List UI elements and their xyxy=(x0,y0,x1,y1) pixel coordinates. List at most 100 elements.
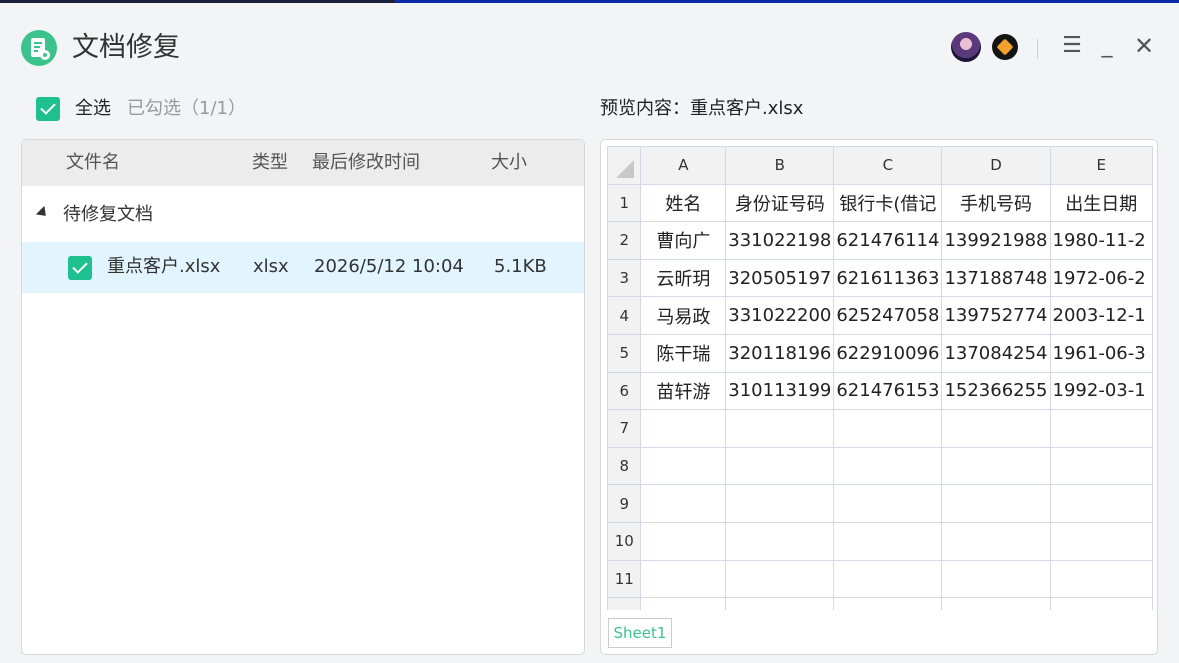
column-header-modified[interactable]: 最后修改时间 xyxy=(312,152,420,174)
spreadsheet-cell[interactable]: 1992-03-1 xyxy=(1049,371,1153,411)
spreadsheet-cell[interactable]: 152366255 xyxy=(941,371,1051,411)
spreadsheet-cell[interactable]: 621476114 xyxy=(833,221,943,260)
column-header-name[interactable]: 文件名 xyxy=(66,152,120,174)
row-header[interactable]: 3 xyxy=(607,258,642,298)
file-group-row[interactable]: 待修复文档 xyxy=(22,192,584,238)
spreadsheet-cell[interactable] xyxy=(1049,597,1153,610)
spreadsheet-cell[interactable]: 622910096 xyxy=(833,333,943,373)
spreadsheet-cell[interactable]: 1961-06-3 xyxy=(1049,333,1153,373)
spreadsheet-cell[interactable] xyxy=(725,409,835,448)
spreadsheet-cell[interactable] xyxy=(1049,446,1153,486)
spreadsheet-row: 3 云昕玥 320505197 621611363 137188748 1972-06-2 xyxy=(607,258,1153,298)
select-all-cells-corner[interactable] xyxy=(607,146,642,185)
spreadsheet-cell[interactable]: 身份证号码 xyxy=(725,183,835,223)
spreadsheet-cell[interactable]: 310113199 xyxy=(725,371,835,411)
spreadsheet-cell[interactable] xyxy=(833,484,943,523)
spreadsheet-cell[interactable] xyxy=(640,484,727,523)
spreadsheet-cell[interactable] xyxy=(725,446,835,486)
spreadsheet-cell[interactable] xyxy=(833,521,943,561)
title-separator xyxy=(1037,39,1038,59)
spreadsheet-cell[interactable] xyxy=(640,521,727,561)
row-header[interactable]: 7 xyxy=(607,409,642,448)
row-header[interactable]: 4 xyxy=(607,296,642,335)
spreadsheet-cell[interactable] xyxy=(640,597,727,610)
close-icon[interactable]: ✕ xyxy=(1131,31,1157,61)
column-header[interactable]: C xyxy=(833,146,943,185)
spreadsheet-cell[interactable]: 陈干瑞 xyxy=(640,333,727,373)
spreadsheet-cell[interactable] xyxy=(941,409,1051,448)
spreadsheet-cell[interactable]: 139752774 xyxy=(941,296,1051,335)
spreadsheet-cell[interactable]: 331022200 xyxy=(725,296,835,335)
spreadsheet-cell[interactable]: 银行卡(借记 xyxy=(833,183,943,223)
spreadsheet-cell[interactable]: 331022198 xyxy=(725,221,835,260)
spreadsheet-cell[interactable]: 621476153 xyxy=(833,371,943,411)
select-all-label[interactable]: 全选 xyxy=(75,97,111,121)
spreadsheet-cell[interactable]: 云昕玥 xyxy=(640,258,727,298)
column-header[interactable]: A xyxy=(640,146,727,185)
row-header[interactable]: 12 xyxy=(607,597,642,610)
spreadsheet-cell[interactable] xyxy=(941,597,1051,610)
column-header-type[interactable]: 类型 xyxy=(252,152,288,174)
sheet-tab[interactable]: Sheet1 xyxy=(608,618,672,648)
vip-badge-icon[interactable] xyxy=(992,34,1018,60)
spreadsheet-cell[interactable] xyxy=(640,446,727,486)
row-header[interactable]: 5 xyxy=(607,333,642,373)
file-row[interactable]: 重点客户.xlsx xlsx 2026/5/12 10:04 5.1KB xyxy=(22,242,584,293)
column-header[interactable]: B xyxy=(725,146,835,185)
spreadsheet-cell[interactable] xyxy=(941,521,1051,561)
row-header[interactable]: 2 xyxy=(607,221,642,260)
spreadsheet-cell[interactable]: 320505197 xyxy=(725,258,835,298)
spreadsheet-cell[interactable] xyxy=(833,597,943,610)
row-header[interactable]: 8 xyxy=(607,446,642,486)
spreadsheet-cell[interactable] xyxy=(941,484,1051,523)
spreadsheet-cell[interactable]: 625247058 xyxy=(833,296,943,335)
spreadsheet-cell[interactable] xyxy=(640,409,727,448)
row-header[interactable]: 1 xyxy=(607,183,642,223)
spreadsheet-cell[interactable] xyxy=(833,409,943,448)
spreadsheet-cell[interactable]: 320118196 xyxy=(725,333,835,373)
collapse-triangle-icon[interactable] xyxy=(35,205,51,221)
file-checkbox[interactable] xyxy=(68,256,92,280)
spreadsheet-cell[interactable] xyxy=(1049,559,1153,599)
spreadsheet-cell[interactable] xyxy=(725,559,835,599)
spreadsheet-cell[interactable]: 139921988 xyxy=(941,221,1051,260)
spreadsheet-cell[interactable]: 621611363 xyxy=(833,258,943,298)
file-name: 重点客户.xlsx xyxy=(107,256,221,277)
spreadsheet-cell[interactable]: 曹向广 xyxy=(640,221,727,260)
user-avatar-icon[interactable] xyxy=(951,32,981,62)
column-header[interactable]: E xyxy=(1049,146,1153,185)
row-header[interactable]: 10 xyxy=(607,521,642,561)
spreadsheet-cell[interactable]: 137084254 xyxy=(941,333,1051,373)
spreadsheet-cell[interactable] xyxy=(833,446,943,486)
spreadsheet-cell[interactable]: 马易政 xyxy=(640,296,727,335)
spreadsheet-cell[interactable] xyxy=(725,597,835,610)
spreadsheet-cell[interactable] xyxy=(1049,409,1153,448)
column-header[interactable]: D xyxy=(941,146,1051,185)
spreadsheet-cell[interactable]: 苗轩游 xyxy=(640,371,727,411)
spreadsheet-cell[interactable]: 1972-06-2 xyxy=(1049,258,1153,298)
spreadsheet-cell[interactable]: 2003-12-1 xyxy=(1049,296,1153,335)
row-header[interactable]: 9 xyxy=(607,484,642,523)
spreadsheet-cell[interactable]: 137188748 xyxy=(941,258,1051,298)
spreadsheet-cell[interactable] xyxy=(833,559,943,599)
file-group-label: 待修复文档 xyxy=(63,204,153,225)
column-header-size[interactable]: 大小 xyxy=(491,152,527,174)
spreadsheet-cell[interactable]: 出生日期 xyxy=(1049,183,1153,223)
spreadsheet-cell[interactable] xyxy=(1049,521,1153,561)
minimize-icon[interactable]: _ xyxy=(1094,31,1120,61)
spreadsheet-cell[interactable]: 手机号码 xyxy=(941,183,1051,223)
spreadsheet-cell[interactable] xyxy=(941,559,1051,599)
spreadsheet-cell[interactable] xyxy=(725,521,835,561)
menu-icon[interactable]: ☰ xyxy=(1059,31,1085,61)
row-header[interactable]: 11 xyxy=(607,559,642,599)
spreadsheet-row: 1 姓名 身份证号码 银行卡(借记 手机号码 出生日期 xyxy=(607,183,1153,223)
select-all-checkbox[interactable] xyxy=(36,97,60,121)
spreadsheet-cell[interactable] xyxy=(640,559,727,599)
spreadsheet-cell[interactable] xyxy=(1049,484,1153,523)
spreadsheet-grid[interactable]: A B C D E 1 姓名 身份证号码 银行卡(借记 手机号码 出生日期 2 曹向广 3310… xyxy=(607,146,1153,610)
spreadsheet-cell[interactable] xyxy=(941,446,1051,486)
spreadsheet-cell[interactable]: 1980-11-2 xyxy=(1049,221,1153,260)
spreadsheet-cell[interactable]: 姓名 xyxy=(640,183,727,223)
spreadsheet-cell[interactable] xyxy=(725,484,835,523)
row-header[interactable]: 6 xyxy=(607,371,642,411)
